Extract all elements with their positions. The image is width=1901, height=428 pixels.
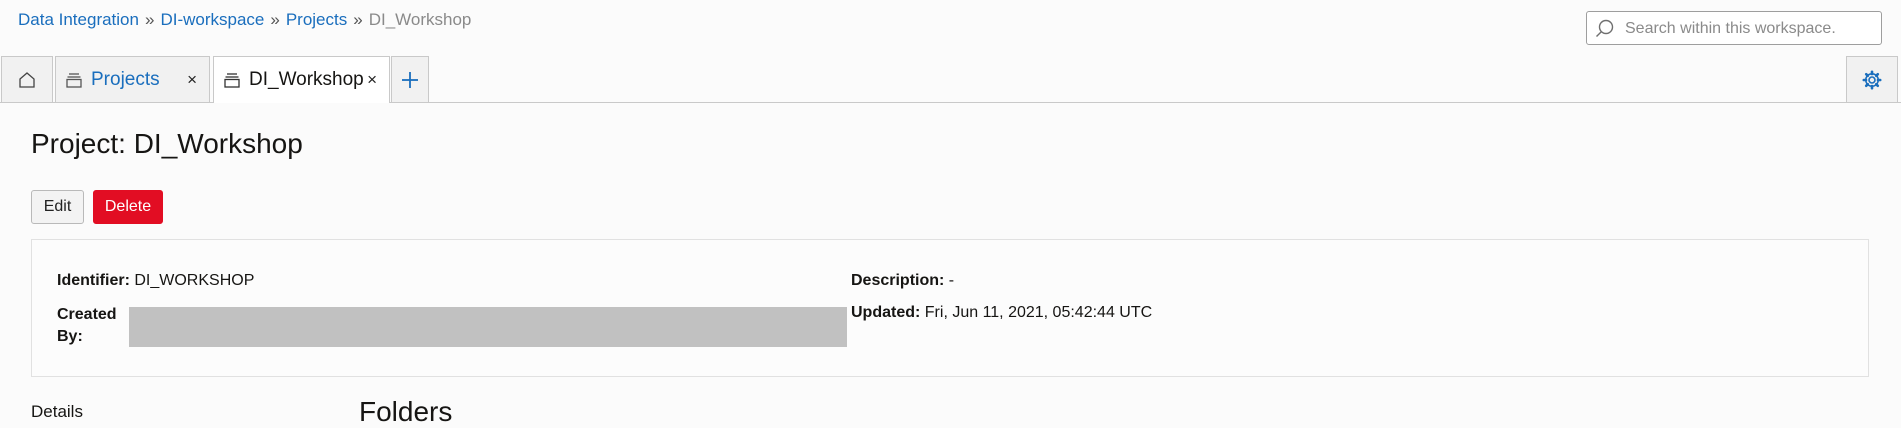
home-icon — [19, 71, 35, 88]
tab-projects[interactable]: Projects × — [55, 56, 210, 102]
project-details-panel: Identifier: DI_WORKSHOP Description: - C… — [31, 239, 1869, 377]
gear-icon — [1862, 69, 1882, 90]
close-icon[interactable]: × — [367, 70, 377, 90]
page-title: Project: DI_Workshop — [31, 128, 303, 159]
breadcrumb-separator: » — [270, 10, 280, 29]
sidebar-item-details[interactable]: Details — [31, 402, 83, 422]
breadcrumb-separator: » — [353, 10, 363, 29]
tab-bar: Projects × DI_Workshop × — [0, 56, 1901, 103]
tab-di-workshop[interactable]: DI_Workshop × — [213, 56, 390, 103]
identifier-label: Identifier: — [57, 272, 130, 289]
breadcrumb-data-integration[interactable]: Data Integration — [18, 10, 139, 29]
description-field: Description: - — [851, 272, 954, 290]
updated-field: Updated: Fri, Jun 11, 2021, 05:42:44 UTC — [851, 304, 1152, 322]
search-icon — [1596, 19, 1614, 37]
plus-icon — [402, 71, 418, 88]
description-label: Description: — [851, 272, 945, 289]
breadcrumb-separator: » — [144, 10, 155, 29]
breadcrumb-projects[interactable]: Projects — [286, 10, 347, 29]
delete-button[interactable]: Delete — [93, 190, 163, 224]
created-by-label: Created By: — [57, 306, 117, 345]
tab-di-workshop-label: DI_Workshop — [249, 69, 364, 90]
updated-value: Fri, Jun 11, 2021, 05:42:44 UTC — [924, 304, 1153, 321]
add-tab-button[interactable] — [391, 56, 429, 102]
workspace-search[interactable] — [1586, 11, 1882, 45]
tab-home[interactable] — [1, 56, 53, 102]
breadcrumb-workspace[interactable]: DI-workspace — [160, 10, 264, 29]
identifier-field: Identifier: DI_WORKSHOP — [57, 272, 254, 290]
identifier-value: DI_WORKSHOP — [134, 272, 255, 289]
stack-icon — [66, 72, 82, 88]
settings-button[interactable] — [1846, 56, 1898, 102]
stack-icon — [224, 73, 240, 88]
folders-heading: Folders — [359, 396, 453, 427]
redacted-created-by — [129, 307, 847, 347]
updated-label: Updated: — [851, 304, 921, 321]
breadcrumb: Data Integration » DI-workspace » Projects » D… — [18, 10, 471, 30]
description-value: - — [948, 272, 955, 289]
close-icon[interactable]: × — [187, 70, 197, 90]
breadcrumb-current: DI_Workshop — [368, 10, 472, 29]
tab-projects-label: Projects — [91, 68, 160, 90]
edit-button[interactable]: Edit — [31, 190, 84, 224]
search-input[interactable] — [1623, 14, 1877, 44]
